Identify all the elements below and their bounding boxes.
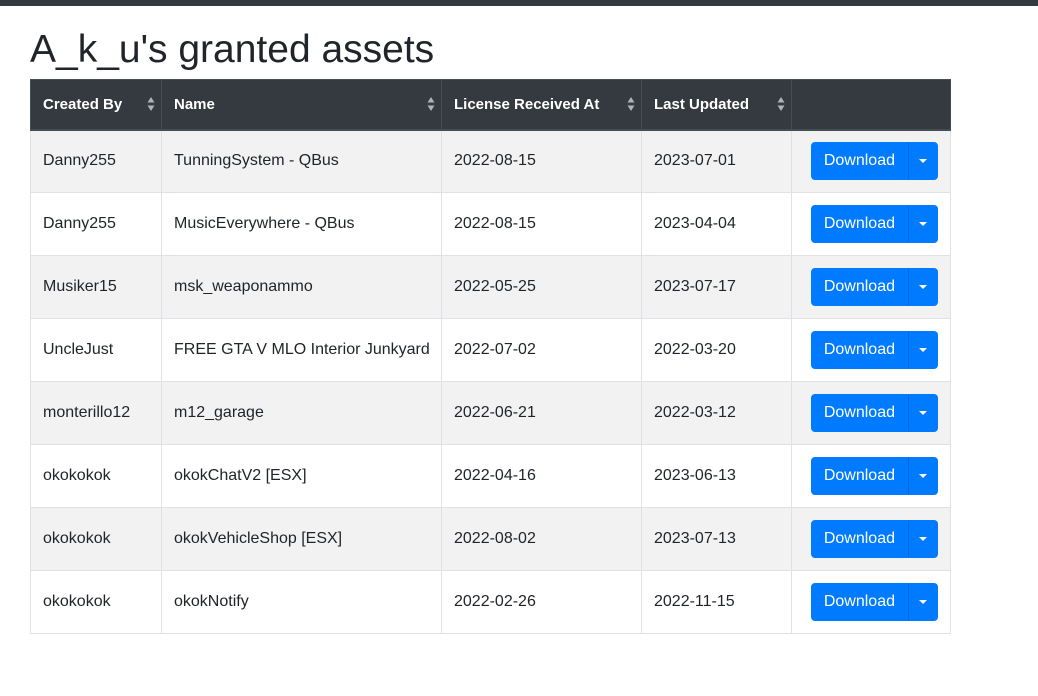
cell-actions: Download [791,381,951,445]
cell-name: msk_weaponammo [161,255,442,319]
column-header-actions [791,79,951,131]
sort-icon[interactable] [147,96,155,112]
download-dropdown-toggle[interactable] [908,205,938,243]
cell-name: okokChatV2 [ESX] [161,444,442,508]
cell-license-received-at: 2022-07-02 [441,318,642,382]
page-title: A_k_u's granted assets [30,28,435,71]
caret-down-icon [919,348,927,352]
download-button-group: Download [810,331,938,369]
caret-down-icon [919,285,927,289]
download-button-group: Download [810,520,938,558]
download-button[interactable]: Download [810,205,908,243]
cell-last-updated: 2023-06-13 [641,444,792,508]
download-button-group: Download [810,457,938,495]
caret-down-icon [919,537,927,541]
table-body: Danny255 TunningSystem - QBus 2022-08-15 20… [30,129,951,634]
cell-created-by: okokokok [30,507,162,571]
download-button-group: Download [810,205,938,243]
download-dropdown-toggle[interactable] [908,583,938,621]
cell-actions: Download [791,318,951,382]
table-row: Musiker15 msk_weaponammo 2022-05-25 2023-07… [30,255,951,319]
cell-name: okokVehicleShop [ESX] [161,507,442,571]
cell-actions: Download [791,129,951,193]
download-button[interactable]: Download [810,268,908,306]
column-header-last-updated[interactable]: Last Updated [641,79,792,131]
cell-actions: Download [791,444,951,508]
table-row: okokokok okokChatV2 [ESX] 2022-04-16 2023-0… [30,444,951,508]
download-button[interactable]: Download [810,520,908,558]
download-button-group: Download [810,394,938,432]
column-header-label: License Received At [454,95,600,113]
download-dropdown-toggle[interactable] [908,268,938,306]
cell-license-received-at: 2022-06-21 [441,381,642,445]
cell-license-received-at: 2022-08-15 [441,192,642,256]
cell-created-by: Danny255 [30,192,162,256]
cell-name: FREE GTA V MLO Interior Junkyard [161,318,442,382]
caret-down-icon [919,159,927,164]
cell-actions: Download [791,192,951,256]
cell-name: MusicEverywhere - QBus [161,192,442,256]
download-button[interactable]: Download [810,583,908,621]
cell-last-updated: 2023-04-04 [641,192,792,256]
download-button[interactable]: Download [810,457,908,495]
table-row: Danny255 MusicEverywhere - QBus 2022-08-15… [30,192,951,256]
caret-down-icon [919,600,927,604]
table-row: monterillo12 m12_garage 2022-06-21 2022-03-… [30,381,951,445]
download-dropdown-toggle[interactable] [908,331,938,369]
header-row: Created By Name License Received At Last Up… [30,79,951,131]
cell-last-updated: 2023-07-01 [641,129,792,193]
table-row: okokokok okokNotify 2022-02-26 2022-11-15 Do… [30,570,951,634]
cell-license-received-at: 2022-04-16 [441,444,642,508]
caret-down-icon [919,474,927,478]
table-row: Danny255 TunningSystem - QBus 2022-08-15 20… [30,129,951,193]
cell-created-by: Danny255 [30,129,162,193]
cell-created-by: Musiker15 [30,255,162,319]
cell-created-by: okokokok [30,570,162,634]
download-button[interactable]: Download [810,394,908,432]
cell-last-updated: 2022-03-20 [641,318,792,382]
cell-actions: Download [791,507,951,571]
download-button-group: Download [810,583,938,621]
cell-actions: Download [791,255,951,319]
cell-last-updated: 2023-07-13 [641,507,792,571]
assets-table: Created By Name License Received At Last Up… [30,79,951,634]
column-header-name[interactable]: Name [161,79,442,131]
download-dropdown-toggle[interactable] [908,394,938,432]
cell-license-received-at: 2022-08-02 [441,507,642,571]
download-button[interactable]: Download [810,331,908,369]
cell-name: TunningSystem - QBus [161,129,442,193]
column-header-label: Created By [43,95,123,113]
download-dropdown-toggle[interactable] [908,520,938,558]
sort-icon[interactable] [627,96,635,112]
table-row: okokokok okokVehicleShop [ESX] 2022-08-02 2… [30,507,951,571]
download-button-group: Download [810,268,938,306]
cell-last-updated: 2023-07-17 [641,255,792,319]
cell-last-updated: 2022-03-12 [641,381,792,445]
cell-name: okokNotify [161,570,442,634]
caret-down-icon [919,411,927,415]
table-row: UncleJust FREE GTA V MLO Interior Junkyar… [30,318,951,382]
cell-created-by: monterillo12 [30,381,162,445]
column-header-license-received-at[interactable]: License Received At [441,79,642,131]
column-header-label: Last Updated [654,95,750,113]
top-bar [0,0,1038,6]
cell-license-received-at: 2022-08-15 [441,129,642,193]
cell-license-received-at: 2022-05-25 [441,255,642,319]
download-dropdown-toggle[interactable] [908,142,938,181]
sort-icon[interactable] [427,96,435,112]
caret-down-icon [919,222,927,226]
cell-created-by: UncleJust [30,318,162,382]
download-button-group: Download [810,142,938,181]
cell-actions: Download [791,570,951,634]
download-dropdown-toggle[interactable] [908,457,938,495]
sort-icon[interactable] [777,96,785,112]
cell-license-received-at: 2022-02-26 [441,570,642,634]
table-header: Created By Name License Received At Last Up… [30,79,951,131]
cell-created-by: okokokok [30,444,162,508]
column-header-created-by[interactable]: Created By [30,79,162,131]
column-header-label: Name [174,95,215,113]
download-button[interactable]: Download [810,142,908,181]
cell-last-updated: 2022-11-15 [641,570,792,634]
cell-name: m12_garage [161,381,442,445]
